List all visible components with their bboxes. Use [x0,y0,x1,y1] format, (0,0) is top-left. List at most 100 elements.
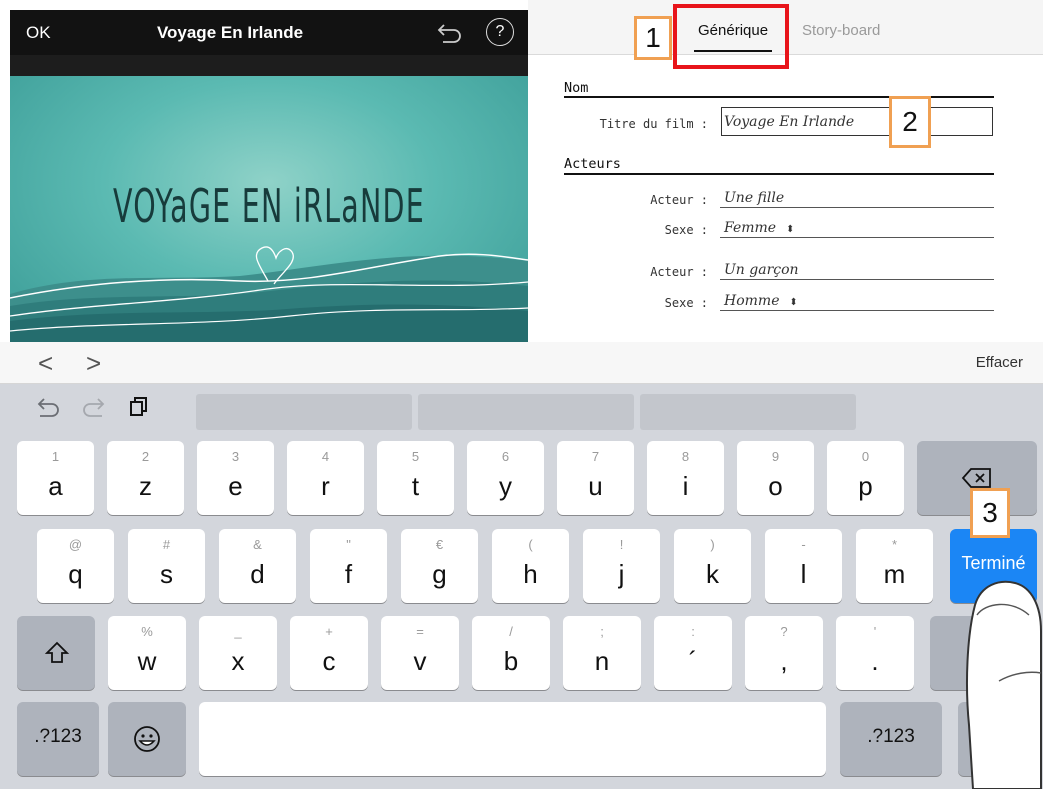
help-icon[interactable]: ? [486,18,514,46]
key-alt-label: ) [710,537,715,552]
shift-key[interactable] [17,616,95,690]
key-d[interactable]: & d [219,529,296,603]
tab-storyboard[interactable]: Story-board [802,22,880,39]
key-h[interactable]: (h [492,529,569,603]
key-alt-label: 7 [591,449,600,464]
video-preview-pane: OK Voyage En Irlande ? VOYaGE EN iRLaNDE [0,0,528,342]
film-title-label: Titre du film : [599,117,708,131]
film-title-field-box[interactable] [721,107,993,136]
key-label: . [871,646,879,676]
key-x[interactable]: _ x [199,616,277,690]
actor-input[interactable]: Un garçon [724,262,799,278]
key-o[interactable]: 9o [737,441,814,515]
keyboard-accessory-bar: < > Effacer [0,342,1043,384]
key-p[interactable]: 0p [827,441,904,515]
field-underline [720,207,994,208]
select-arrows-icon: ⬍ [789,297,798,308]
key-alt-label: # [162,537,171,552]
field-underline [720,279,994,280]
erase-button[interactable]: Effacer [976,354,1023,371]
key-j[interactable]: ! j [583,529,660,603]
key-alt-label: 4 [321,449,330,464]
key-r[interactable]: 4r [287,441,364,515]
key-alt-label: ( [528,537,533,552]
space-key[interactable] [199,702,826,776]
poster-title-text: VOYaGE EN iRLaNDE [113,179,425,233]
key-label: s [160,559,173,589]
actor-input[interactable]: Une fille [724,190,784,206]
key-label: e [228,471,243,501]
key-m[interactable]: * m [856,529,933,603]
key-alt-label: = [416,624,424,639]
key-g[interactable]: € g [401,529,478,603]
key-label: , [780,646,788,676]
section-rule [564,173,994,175]
key-y[interactable]: 6y [467,441,544,515]
key-u[interactable]: 7u [557,441,634,515]
key-label: m [883,559,906,589]
emoji-icon [134,726,160,752]
callout-3: 3 [970,488,1010,538]
numbers-key-right[interactable]: .?123 [840,702,942,776]
key-f[interactable]: " f [310,529,387,603]
key-alt-label: € [435,537,444,552]
key-l[interactable]: -l [765,529,842,603]
undo-icon[interactable] [32,394,66,422]
key-,[interactable]: ?, [745,616,823,690]
key-alt-label: 2 [141,449,150,464]
key-b[interactable]: / b [472,616,550,690]
key-label: t [411,471,420,501]
key-z[interactable]: 2z [107,441,184,515]
key-alt-label: " [346,537,351,552]
keyboard-shortcut-row [0,384,1043,434]
key-t[interactable]: 5t [377,441,454,515]
title-poster: VOYaGE EN iRLaNDE [10,76,528,342]
key-q[interactable]: @ q [37,529,114,603]
key-a[interactable]: 1a [17,441,94,515]
paste-icon[interactable] [122,394,156,422]
suggestion-slot[interactable] [196,394,412,430]
key-w[interactable]: % w [108,616,186,690]
key-alt-label: - [801,537,806,552]
key-alt-label: % [141,624,153,639]
key-i[interactable]: 8i [647,441,724,515]
sex-select[interactable]: Homme ⬍ [724,293,798,309]
key-alt-label: 1 [51,449,60,464]
key-label: x [231,646,245,676]
key-e[interactable]: 3e [197,441,274,515]
numbers-key-label: .?123 [867,726,915,747]
key-alt-label: 3 [231,449,240,464]
key-label: k [706,559,719,589]
backspace-icon [961,468,991,488]
suggestion-slot[interactable] [418,394,634,430]
key-c[interactable]: + c [290,616,368,690]
key-´[interactable]: : ´ [654,616,732,690]
key-alt-label: 9 [771,449,780,464]
previous-field-button[interactable]: < [38,348,53,379]
numbers-key[interactable]: .?123 [17,702,99,776]
emoji-key[interactable] [108,702,186,776]
sex-select[interactable]: Femme ⬍ [724,220,794,236]
sex-select-value: Femme [724,220,777,236]
section-acteurs: Acteurs [564,156,621,172]
key-s[interactable]: # s [128,529,205,603]
key-.[interactable]: '. [836,616,914,690]
project-title: Voyage En Irlande [156,23,304,42]
sex-label: Sexe : [664,223,708,237]
undo-icon[interactable] [434,22,464,44]
key-v[interactable]: = v [381,616,459,690]
suggestion-slot[interactable] [640,394,856,430]
key-alt-label: 6 [501,449,510,464]
key-alt-label: * [891,537,898,552]
onscreen-keyboard: 1a2z3e4r5t6y7u8i9o0p @ q # s & d " f € g(h! j) k - l *… [0,384,1043,789]
key-label: p [858,471,873,501]
numbers-key-label: .?123 [34,726,82,747]
key-label: r [321,471,330,501]
field-underline [720,237,994,238]
redo-icon[interactable] [76,394,110,422]
next-field-button[interactable]: > [86,348,101,379]
key-k[interactable]: ) k [674,529,751,603]
field-underline [720,310,994,311]
key-alt-label: ? [780,624,788,639]
key-n[interactable]: ; n [563,616,641,690]
